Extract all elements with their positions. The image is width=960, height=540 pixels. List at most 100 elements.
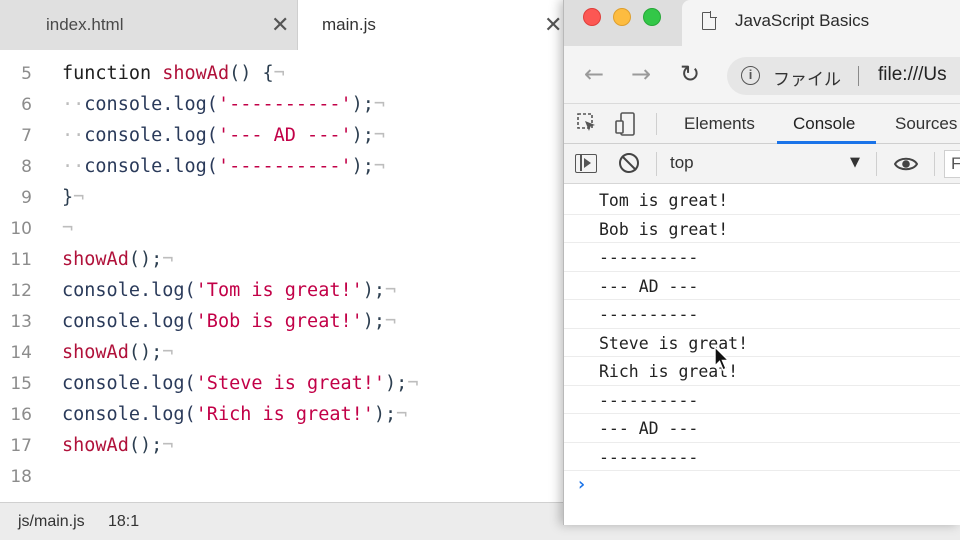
line-number: 9 xyxy=(21,188,32,208)
filter-input[interactable]: F xyxy=(944,150,960,178)
code-line: 18 xyxy=(0,463,564,494)
info-icon[interactable]: i xyxy=(741,66,760,85)
console-message: ---------- xyxy=(564,243,960,272)
eol-mark: ¬ xyxy=(385,280,397,301)
console-message: ---------- xyxy=(564,443,960,471)
string-literal: 'Steve is great!' xyxy=(195,373,386,394)
code-line: 11 showAd();¬ xyxy=(0,246,564,277)
code-text: .log( xyxy=(139,311,196,332)
code-line: 6 ··console.log('----------');¬ xyxy=(0,91,564,122)
eol-mark: ¬ xyxy=(373,156,386,177)
eol-mark: ¬ xyxy=(162,342,174,363)
device-toolbar-icon[interactable] xyxy=(615,112,639,136)
address-scheme-label: ファイル xyxy=(773,70,841,90)
status-cursor-position[interactable]: 18:1 xyxy=(108,513,139,531)
code-text: .log( xyxy=(162,156,218,177)
eol-mark: ¬ xyxy=(396,404,408,425)
code-line: 16 console.log('Rich is great!');¬ xyxy=(0,401,564,432)
indent-marks: ·· xyxy=(62,125,85,146)
code-line: 5 function showAd() {¬ xyxy=(0,60,564,91)
function-call: showAd xyxy=(62,342,129,363)
eol-mark: ¬ xyxy=(62,218,74,239)
divider xyxy=(934,152,935,176)
address-url[interactable]: file:///Us xyxy=(878,64,947,86)
console-message: Bob is great! xyxy=(564,215,960,243)
divider xyxy=(876,152,877,176)
browser-title-bar: JavaScript Basics xyxy=(564,0,960,46)
mouse-cursor-icon xyxy=(714,346,731,371)
eye-icon[interactable] xyxy=(894,156,918,172)
status-file-path: js/main.js xyxy=(18,513,85,530)
close-window-button[interactable] xyxy=(583,8,601,26)
code-line: 13 console.log('Bob is great!');¬ xyxy=(0,308,564,339)
code-line: 7 ··console.log('--- AD ---');¬ xyxy=(0,122,564,153)
code-text: .log( xyxy=(162,94,218,115)
console-message-text: Bob is great! xyxy=(599,219,729,239)
divider xyxy=(656,152,657,176)
close-icon[interactable]: ✕ xyxy=(544,12,562,38)
tab-console[interactable]: Console xyxy=(793,114,855,134)
eol-mark: ¬ xyxy=(407,373,419,394)
code-text: (); xyxy=(128,249,163,270)
browser-tab[interactable]: JavaScript Basics xyxy=(682,0,960,46)
close-icon[interactable]: ✕ xyxy=(271,12,289,38)
code-text: (); xyxy=(128,435,163,456)
code-text: ); xyxy=(373,404,397,425)
minimize-window-button[interactable] xyxy=(613,8,631,26)
line-number: 14 xyxy=(10,343,32,363)
tab-main-js[interactable]: main.js ✕ xyxy=(298,0,578,51)
browser-nav-bar: ← → ↻ i ファイル file:///Us xyxy=(564,46,960,104)
line-number: 11 xyxy=(10,250,32,270)
maximize-window-button[interactable] xyxy=(643,8,661,26)
console-message: --- AD --- xyxy=(564,272,960,300)
console-message-text: --- AD --- xyxy=(599,419,699,438)
inspect-element-icon[interactable] xyxy=(577,113,597,133)
string-literal: 'Tom is great!' xyxy=(195,280,363,301)
keyword: function xyxy=(62,63,163,84)
code-text: .log( xyxy=(139,373,196,394)
code-text: ); xyxy=(362,280,386,301)
console-message-text: ---------- xyxy=(599,447,699,467)
code-text: console xyxy=(84,156,163,177)
code-line: 14 showAd();¬ xyxy=(0,339,564,370)
line-number: 15 xyxy=(10,374,32,394)
browser-tab-title: JavaScript Basics xyxy=(735,11,870,30)
console-message-text: ---------- xyxy=(599,305,699,324)
divider xyxy=(656,113,657,135)
line-number: 18 xyxy=(10,467,32,487)
console-message-text: Tom is great! xyxy=(599,191,729,210)
eol-mark: ¬ xyxy=(373,94,386,115)
console-prompt[interactable]: › xyxy=(576,474,587,495)
function-call: showAd xyxy=(62,435,129,456)
console-message: ---------- xyxy=(564,300,960,329)
console-message: ---------- xyxy=(564,386,960,414)
show-sidebar-icon[interactable] xyxy=(575,154,597,173)
code-line: 12 console.log('Tom is great!');¬ xyxy=(0,277,564,308)
devtools-tab-bar: Elements Console Sources xyxy=(564,104,960,144)
tab-sources[interactable]: Sources xyxy=(895,114,957,134)
console-message: --- AD --- xyxy=(564,414,960,443)
code-line: 17 showAd();¬ xyxy=(0,432,564,463)
code-text: } xyxy=(62,187,74,208)
line-number: 16 xyxy=(10,405,32,425)
console-message-text: --- AD --- xyxy=(599,276,699,296)
code-text: .log( xyxy=(162,125,218,146)
clear-console-icon[interactable] xyxy=(619,153,639,173)
function-name: showAd xyxy=(162,63,230,84)
chevron-down-icon[interactable]: ▼ xyxy=(850,155,860,170)
indent-marks: ·· xyxy=(62,94,85,115)
forward-button[interactable]: → xyxy=(631,60,651,88)
back-button[interactable]: ← xyxy=(584,60,604,88)
tab-elements[interactable]: Elements xyxy=(684,114,755,134)
line-number: 12 xyxy=(10,281,32,301)
line-number: 8 xyxy=(21,157,32,177)
code-line: 10 ¬ xyxy=(0,215,564,246)
tab-index-html[interactable]: index.html ✕ xyxy=(0,0,298,50)
address-divider xyxy=(858,66,859,86)
tab-label: main.js xyxy=(322,15,376,34)
code-text: console xyxy=(84,125,163,146)
context-selector[interactable]: top xyxy=(670,153,694,173)
code-text: (); xyxy=(128,342,163,363)
reload-button[interactable]: ↻ xyxy=(680,60,700,88)
address-bar[interactable]: i ファイル file:///Us xyxy=(727,57,960,95)
